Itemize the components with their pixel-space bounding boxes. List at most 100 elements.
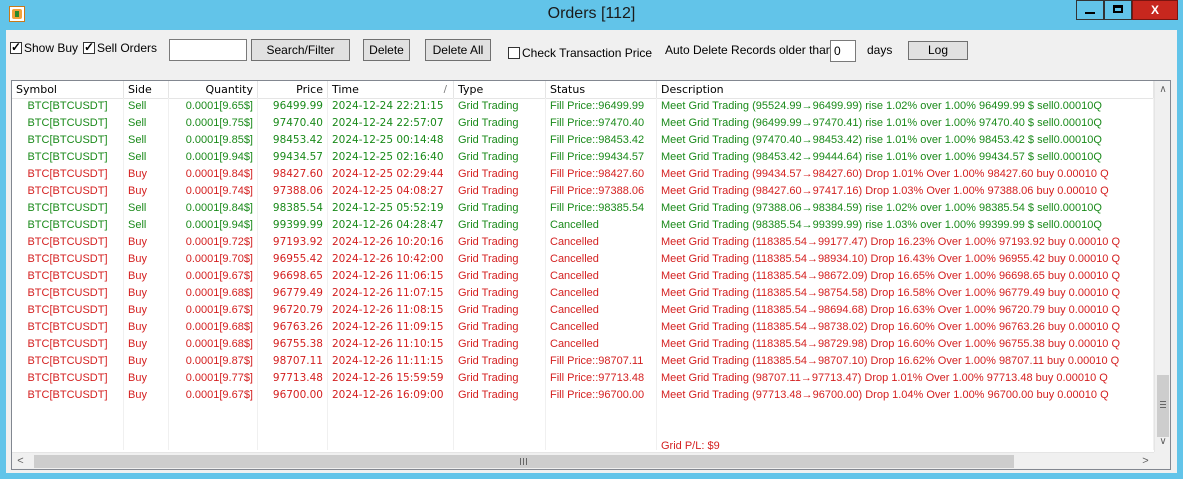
cell-desc: Meet Grid Trading (99434.57→98427.60) Dr… <box>657 166 1154 183</box>
grip-icon <box>520 458 521 465</box>
table-row[interactable]: BTC[BTCUSDT] Sell 0.0001[9.65$] 96499.99 202… <box>12 98 1154 115</box>
cell-empty <box>546 438 657 450</box>
table-row[interactable]: BTC[BTCUSDT] Sell 0.0001[9.85$] 98453.42 202… <box>12 132 1154 149</box>
cell-symbol: BTC[BTCUSDT] <box>12 268 124 285</box>
cell-qty: 0.0001[9.74$] <box>169 183 258 200</box>
cell-empty <box>546 404 657 421</box>
column-header-quantity[interactable]: Quantity <box>169 81 258 98</box>
cell-status: Cancelled <box>546 319 657 336</box>
cell-type: Grid Trading <box>454 132 546 149</box>
cell-symbol: BTC[BTCUSDT] <box>12 217 124 234</box>
cell-time: 2024-12-24 22:57:07 <box>328 115 454 132</box>
table-row[interactable]: BTC[BTCUSDT] Buy 0.0001[9.67$] 96720.79 2024… <box>12 302 1154 319</box>
horizontal-scrollbar[interactable]: < > <box>12 452 1154 469</box>
cell-symbol: BTC[BTCUSDT] <box>12 183 124 200</box>
table-row[interactable]: BTC[BTCUSDT] Sell 0.0001[9.75$] 97470.40 202… <box>12 115 1154 132</box>
cell-qty: 0.0001[9.77$] <box>169 370 258 387</box>
cell-qty: 0.0001[9.94$] <box>169 149 258 166</box>
cell-side: Buy <box>124 166 169 183</box>
cell-type: Grid Trading <box>454 285 546 302</box>
horizontal-scroll-thumb[interactable] <box>34 455 1014 468</box>
table-row[interactable]: BTC[BTCUSDT] Buy 0.0001[9.77$] 97713.48 2024… <box>12 370 1154 387</box>
scroll-corner <box>1154 452 1170 469</box>
column-header-side[interactable]: Side <box>124 81 169 98</box>
title-bar[interactable]: Orders [112] X <box>0 0 1183 30</box>
orders-table[interactable]: Symbol Side Quantity Price Time / Type S… <box>11 80 1171 470</box>
cell-price: 96499.99 <box>258 98 328 115</box>
column-header-status[interactable]: Status <box>546 81 657 98</box>
cell-empty <box>169 404 258 421</box>
cell-type: Grid Trading <box>454 166 546 183</box>
table-row[interactable]: BTC[BTCUSDT] Buy 0.0001[9.84$] 98427.60 2024… <box>12 166 1154 183</box>
cell-empty <box>546 421 657 438</box>
cell-time: 2024-12-26 11:07:15 <box>328 285 454 302</box>
cell-time: 2024-12-26 10:42:00 <box>328 251 454 268</box>
cell-empty <box>328 421 454 438</box>
column-header-price[interactable]: Price <box>258 81 328 98</box>
table-row[interactable]: BTC[BTCUSDT] Buy 0.0001[9.70$] 96955.42 2024… <box>12 251 1154 268</box>
cell-status: Cancelled <box>546 268 657 285</box>
cell-status: Cancelled <box>546 217 657 234</box>
delete-all-button[interactable]: Delete All <box>425 39 491 61</box>
cell-type: Grid Trading <box>454 319 546 336</box>
cell-side: Sell <box>124 149 169 166</box>
filter-input[interactable] <box>169 39 247 61</box>
column-header-symbol[interactable]: Symbol <box>12 81 124 98</box>
cell-desc: Meet Grid Trading (118385.54→98738.02) D… <box>657 319 1154 336</box>
cell-price: 97388.06 <box>258 183 328 200</box>
cell-qty: 0.0001[9.87$] <box>169 353 258 370</box>
cell-symbol: BTC[BTCUSDT] <box>12 200 124 217</box>
table-row[interactable]: BTC[BTCUSDT] Buy 0.0001[9.68$] 96763.26 2024… <box>12 319 1154 336</box>
maximize-button[interactable] <box>1104 0 1132 20</box>
sell-orders-label: Sell Orders <box>97 41 158 55</box>
cell-empty <box>258 404 328 421</box>
scroll-right-icon[interactable]: > <box>1137 453 1154 469</box>
table-row[interactable]: BTC[BTCUSDT] Buy 0.0001[9.67$] 96700.00 2024… <box>12 387 1154 404</box>
cell-symbol: BTC[BTCUSDT] <box>12 387 124 404</box>
cell-desc: Meet Grid Trading (95524.99→96499.99) ri… <box>657 98 1154 115</box>
cell-time: 2024-12-26 16:09:00 <box>328 387 454 404</box>
cell-time: 2024-12-25 02:29:44 <box>328 166 454 183</box>
checkbox-check-icon <box>83 40 95 54</box>
cell-side: Buy <box>124 336 169 353</box>
table-row[interactable]: BTC[BTCUSDT] Buy 0.0001[9.72$] 97193.92 2024… <box>12 234 1154 251</box>
cell-price: 99434.57 <box>258 149 328 166</box>
cell-side: Buy <box>124 285 169 302</box>
table-row[interactable]: BTC[BTCUSDT] Buy 0.0001[9.87$] 98707.11 2024… <box>12 353 1154 370</box>
cell-empty <box>12 404 124 421</box>
scroll-left-icon[interactable]: < <box>12 453 29 469</box>
auto-delete-label: Auto Delete Records older than <box>665 43 833 57</box>
table-row[interactable]: BTC[BTCUSDT] Buy 0.0001[9.68$] 96779.49 2024… <box>12 285 1154 302</box>
log-button[interactable]: Log <box>908 41 968 60</box>
sell-orders-checkbox[interactable]: Sell Orders <box>83 40 158 55</box>
table-row[interactable]: BTC[BTCUSDT] Sell 0.0001[9.84$] 98385.54 202… <box>12 200 1154 217</box>
table-row-empty <box>12 404 1154 421</box>
checkbox-empty-icon <box>508 47 520 59</box>
days-input[interactable]: 0 <box>830 40 856 62</box>
close-button[interactable]: X <box>1132 0 1178 20</box>
cell-status: Cancelled <box>546 285 657 302</box>
vertical-scrollbar[interactable]: ∧ ∨ <box>1154 81 1170 452</box>
check-transaction-price-checkbox[interactable]: Check Transaction Price <box>508 46 652 60</box>
cell-type: Grid Trading <box>454 353 546 370</box>
column-header-type[interactable]: Type <box>454 81 546 98</box>
table-row[interactable]: BTC[BTCUSDT] Buy 0.0001[9.68$] 96755.38 2024… <box>12 336 1154 353</box>
scroll-up-icon[interactable]: ∧ <box>1155 81 1170 98</box>
minimize-button[interactable] <box>1076 0 1104 20</box>
scroll-down-icon[interactable]: ∨ <box>1155 433 1170 450</box>
cell-symbol: BTC[BTCUSDT] <box>12 234 124 251</box>
cell-desc: Meet Grid Trading (97388.06→98384.59) ri… <box>657 200 1154 217</box>
table-row[interactable]: BTC[BTCUSDT] Sell 0.0001[9.94$] 99434.57 202… <box>12 149 1154 166</box>
cell-qty: 0.0001[9.67$] <box>169 268 258 285</box>
table-row[interactable]: BTC[BTCUSDT] Buy 0.0001[9.74$] 97388.06 2024… <box>12 183 1154 200</box>
search-filter-button[interactable]: Search/Filter <box>251 39 350 61</box>
delete-button[interactable]: Delete <box>363 39 410 61</box>
table-row[interactable]: BTC[BTCUSDT] Sell 0.0001[9.94$] 99399.99 202… <box>12 217 1154 234</box>
column-header-time[interactable]: Time / <box>328 81 454 98</box>
table-row[interactable]: BTC[BTCUSDT] Buy 0.0001[9.67$] 96698.65 2024… <box>12 268 1154 285</box>
column-header-description[interactable]: Description <box>657 81 1154 98</box>
cell-status: Fill Price::97470.40 <box>546 115 657 132</box>
vertical-scroll-thumb[interactable] <box>1157 375 1169 437</box>
cell-side: Buy <box>124 268 169 285</box>
show-buy-checkbox[interactable]: Show Buy <box>10 40 78 55</box>
